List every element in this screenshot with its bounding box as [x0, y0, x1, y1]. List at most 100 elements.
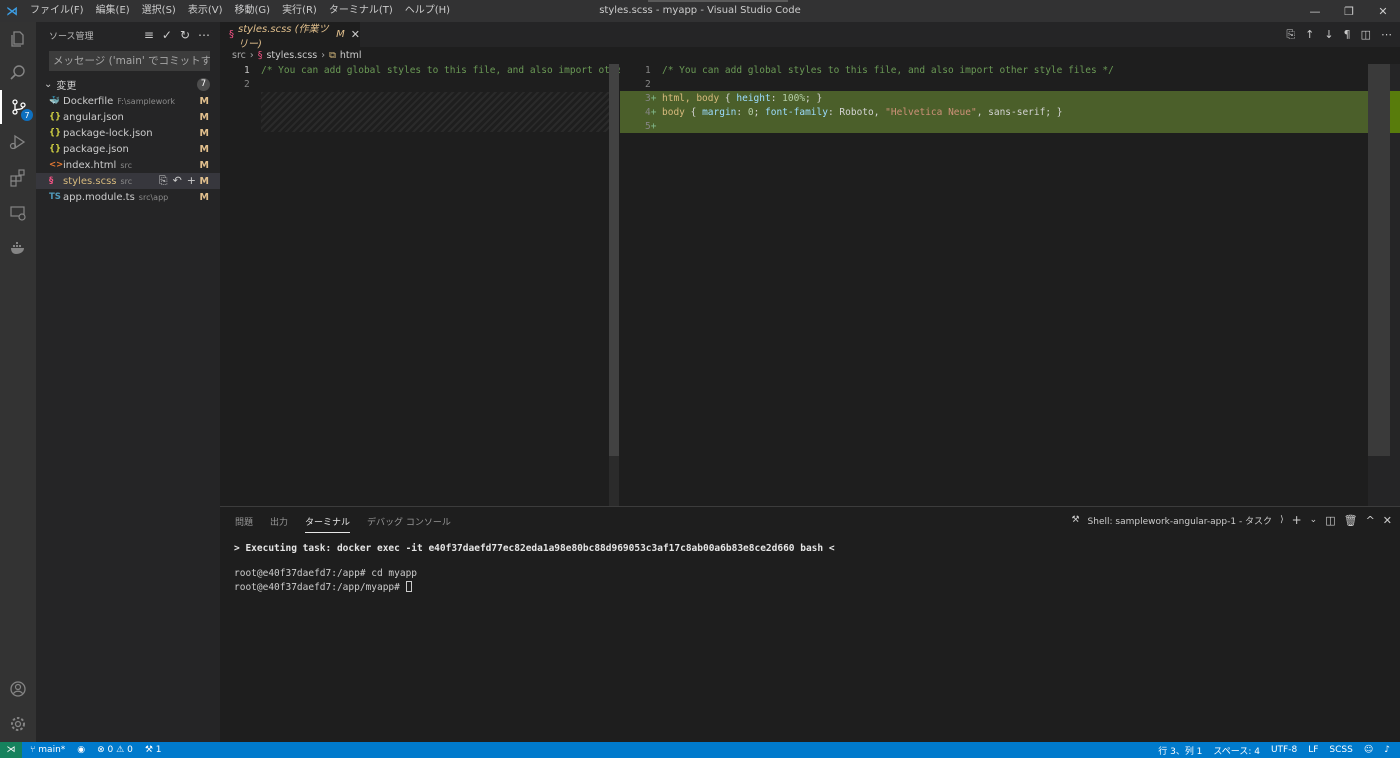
- diff-original-editor[interactable]: 1 2 /* You can add global styles to this…: [220, 64, 620, 506]
- changed-file-item[interactable]: {} package.json M: [36, 141, 220, 157]
- search-icon[interactable]: [0, 56, 36, 90]
- breadcrumb-symbol[interactable]: html: [340, 50, 362, 61]
- trash-icon[interactable]: 🗑: [1344, 514, 1358, 527]
- changed-file-item[interactable]: 🐳 Dockerfile F:\samplework M: [36, 93, 220, 109]
- next-change-icon[interactable]: ↓: [1324, 28, 1333, 41]
- split-editor-icon[interactable]: ◫: [1361, 28, 1371, 41]
- indentation[interactable]: スペース: 4: [1213, 744, 1260, 757]
- source-control-icon[interactable]: 7: [0, 90, 36, 124]
- maximize-panel-icon[interactable]: ^: [1366, 514, 1375, 527]
- commit-message-input[interactable]: メッセージ ('main' でコミットする...: [49, 51, 210, 71]
- minimap-change-marker: [1390, 91, 1400, 133]
- end-of-line[interactable]: LF: [1308, 745, 1318, 755]
- open-file-icon[interactable]: ⎘: [1286, 28, 1295, 42]
- changed-file-item[interactable]: § styles.scss src ⎘ ↶ + M: [36, 173, 220, 189]
- problems-status[interactable]: ⊗ 0 ⚠ 0: [97, 745, 133, 755]
- right-scrollbar[interactable]: [1368, 64, 1400, 506]
- discard-changes-icon[interactable]: ↶: [173, 174, 182, 188]
- cursor-position[interactable]: 行 3、列 1: [1158, 744, 1202, 757]
- terminal-output[interactable]: > Executing task: docker exec -it e40f37…: [234, 543, 835, 594]
- diff-modified-editor[interactable]: 1 2 3+ 4+ 5+ /* You can add global style…: [620, 64, 1400, 506]
- ports-status[interactable]: ⚒ 1: [145, 745, 162, 755]
- breadcrumb-file[interactable]: styles.scss: [266, 50, 317, 61]
- file-path: src: [120, 176, 133, 186]
- explorer-icon[interactable]: [0, 22, 36, 56]
- tab-styles-scss[interactable]: § styles.scss (作業ツリー) M ✕: [220, 22, 360, 50]
- line-number: 2: [244, 79, 250, 90]
- language-mode[interactable]: SCSS: [1329, 745, 1352, 755]
- menu-file[interactable]: ファイル(F): [24, 0, 90, 22]
- chevron-down-icon[interactable]: ⌄: [1310, 515, 1318, 525]
- tab-debug-console[interactable]: デバッグ コンソール: [367, 515, 451, 533]
- new-terminal-icon[interactable]: +: [1292, 513, 1302, 527]
- close-tab-icon[interactable]: ✕: [351, 28, 360, 41]
- modified-status: M: [199, 191, 209, 203]
- menu-view[interactable]: 表示(V): [182, 0, 229, 22]
- extensions-icon[interactable]: [0, 161, 36, 195]
- menu-selection[interactable]: 選択(S): [136, 0, 182, 22]
- scm-badge: 7: [21, 109, 33, 121]
- menu-edit[interactable]: 編集(E): [90, 0, 136, 22]
- source-control-sidebar: ソース管理 ≡ ✓ ↻ ⋯ メッセージ ('main' でコミットする... ⌄…: [36, 22, 220, 742]
- changes-label: 変更: [56, 80, 77, 92]
- breadcrumb-src[interactable]: src: [232, 50, 246, 61]
- chevron-down-icon: ⌄: [44, 78, 53, 90]
- branch-icon: ⑂: [30, 745, 36, 755]
- changes-group[interactable]: ⌄ 変更 7: [36, 75, 220, 93]
- scroll-thumb[interactable]: [1368, 64, 1390, 456]
- more-actions-icon[interactable]: ⋯: [198, 28, 210, 42]
- changed-file-item[interactable]: TS app.module.ts src\app M: [36, 189, 220, 205]
- menu-help[interactable]: ヘルプ(H): [399, 0, 456, 22]
- tab-terminal[interactable]: ターミナル: [305, 515, 351, 533]
- feedback-icon[interactable]: ☺: [1364, 745, 1373, 755]
- file-actions: ⎘ ↶ +: [159, 174, 196, 188]
- file-name: package.json: [63, 143, 129, 155]
- vscode-logo-icon: ⋊: [6, 4, 18, 18]
- notifications-bell-icon[interactable]: ♪: [1384, 745, 1390, 755]
- task-running-icon: ⟩: [1280, 515, 1284, 525]
- changed-file-item[interactable]: <> index.html src M: [36, 157, 220, 173]
- encoding[interactable]: UTF-8: [1271, 745, 1297, 755]
- tab-output[interactable]: 出力: [270, 515, 288, 533]
- file-path: F:\samplework: [117, 96, 176, 106]
- tab-label: styles.scss (作業ツリー): [238, 23, 329, 50]
- docker-icon[interactable]: [0, 231, 36, 265]
- open-file-icon[interactable]: ⎘: [159, 174, 168, 188]
- editor-more-icon[interactable]: ⋯: [1381, 28, 1392, 41]
- run-debug-icon[interactable]: [0, 125, 36, 159]
- file-name: angular.json: [63, 111, 124, 123]
- terminal-line: root@e40f37daefd7:/app/myapp#: [234, 581, 406, 593]
- terminal-cursor: [405, 580, 412, 592]
- restore-button[interactable]: ❐: [1332, 0, 1366, 22]
- line-number: 4+: [645, 107, 657, 118]
- split-terminal-icon[interactable]: ◫: [1325, 514, 1335, 527]
- refresh-icon[interactable]: ↻: [180, 28, 190, 42]
- file-type-icon: 🐳: [49, 96, 60, 106]
- close-panel-icon[interactable]: ✕: [1383, 514, 1392, 527]
- settings-gear-icon[interactable]: [0, 707, 36, 741]
- changed-file-item[interactable]: {} package-lock.json M: [36, 125, 220, 141]
- remote-indicator-icon[interactable]: ⋊: [0, 742, 22, 758]
- minimize-button[interactable]: —: [1298, 0, 1332, 22]
- menu-terminal[interactable]: ターミナル(T): [323, 0, 399, 22]
- stage-changes-icon[interactable]: +: [187, 174, 196, 188]
- tab-problems[interactable]: 問題: [235, 515, 253, 533]
- commit-check-icon[interactable]: ✓: [162, 28, 172, 42]
- toggle-whitespace-icon[interactable]: ¶: [1344, 28, 1351, 41]
- view-as-tree-icon[interactable]: ≡: [144, 28, 154, 42]
- eye-icon[interactable]: ◉: [77, 745, 85, 755]
- scss-file-icon: §: [257, 50, 263, 61]
- accounts-icon[interactable]: [0, 672, 36, 706]
- left-scrollbar[interactable]: [609, 64, 619, 506]
- modified-status: M: [199, 111, 209, 123]
- scroll-thumb[interactable]: [609, 64, 619, 456]
- close-window-button[interactable]: ✕: [1366, 0, 1400, 22]
- previous-change-icon[interactable]: ↑: [1305, 28, 1314, 41]
- remote-explorer-icon[interactable]: [0, 196, 36, 230]
- code-line: html, body { height: 100%; }: [662, 93, 823, 104]
- changed-file-item[interactable]: {} angular.json M: [36, 109, 220, 125]
- terminal-select[interactable]: Shell: samplework-angular-app-1 - タスク: [1088, 514, 1273, 527]
- branch-status[interactable]: ⑂ main*: [30, 745, 65, 755]
- tab-status: M: [336, 29, 345, 40]
- title-bar: ⋊ ファイル(F) 編集(E) 選択(S) 表示(V) 移動(G) 実行(R) …: [0, 0, 1400, 22]
